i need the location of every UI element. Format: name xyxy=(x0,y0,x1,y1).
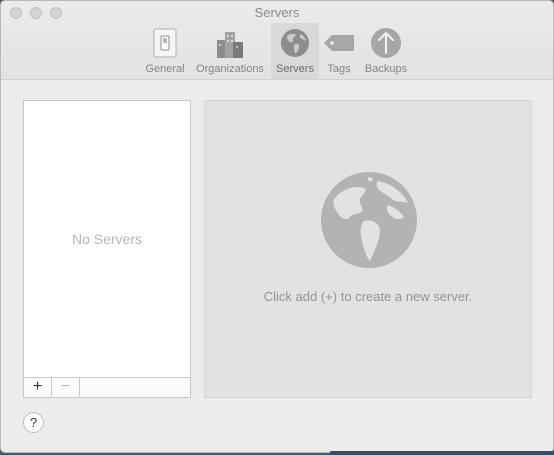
toolbar-organizations-tab[interactable]: Organizations xyxy=(191,23,269,79)
server-detail-panel: Click add (+) to create a new server. xyxy=(204,100,532,398)
toolbar-item-label: Tags xyxy=(327,63,351,75)
tag-icon xyxy=(324,35,354,51)
detail-message: Click add (+) to create a new server. xyxy=(263,289,473,304)
list-footer: + − xyxy=(24,377,190,397)
help-button[interactable]: ? xyxy=(23,412,44,433)
toolbar-item-label: Backups xyxy=(364,63,408,75)
globe-icon xyxy=(321,172,417,268)
empty-list-text: No Servers xyxy=(71,231,143,247)
toolbar-servers-tab[interactable]: Servers xyxy=(271,23,319,79)
remove-server-button[interactable]: − xyxy=(52,378,80,397)
switch-icon xyxy=(153,28,177,58)
titlebar: Servers General Organizations Servers Ta… xyxy=(1,1,553,80)
buildings-icon xyxy=(217,32,243,58)
desktop-background xyxy=(330,451,554,455)
server-list[interactable]: No Servers + − xyxy=(23,100,191,398)
add-server-button[interactable]: + xyxy=(24,378,52,397)
toolbar-item-label: General xyxy=(145,63,185,75)
preferences-window: Servers General Organizations Servers Ta… xyxy=(0,0,554,453)
toolbar-backups-tab[interactable]: Backups xyxy=(359,23,413,79)
toolbar-item-label: Servers xyxy=(276,63,314,75)
upload-arrow-icon xyxy=(371,28,401,58)
preferences-toolbar: General Organizations Servers Tags Backu… xyxy=(1,23,553,79)
window-title: Servers xyxy=(254,5,300,20)
toolbar-general-tab[interactable]: General xyxy=(141,23,189,79)
toolbar-tags-tab[interactable]: Tags xyxy=(321,23,357,79)
globe-icon xyxy=(281,29,309,57)
toolbar-item-label: Organizations xyxy=(196,63,264,75)
